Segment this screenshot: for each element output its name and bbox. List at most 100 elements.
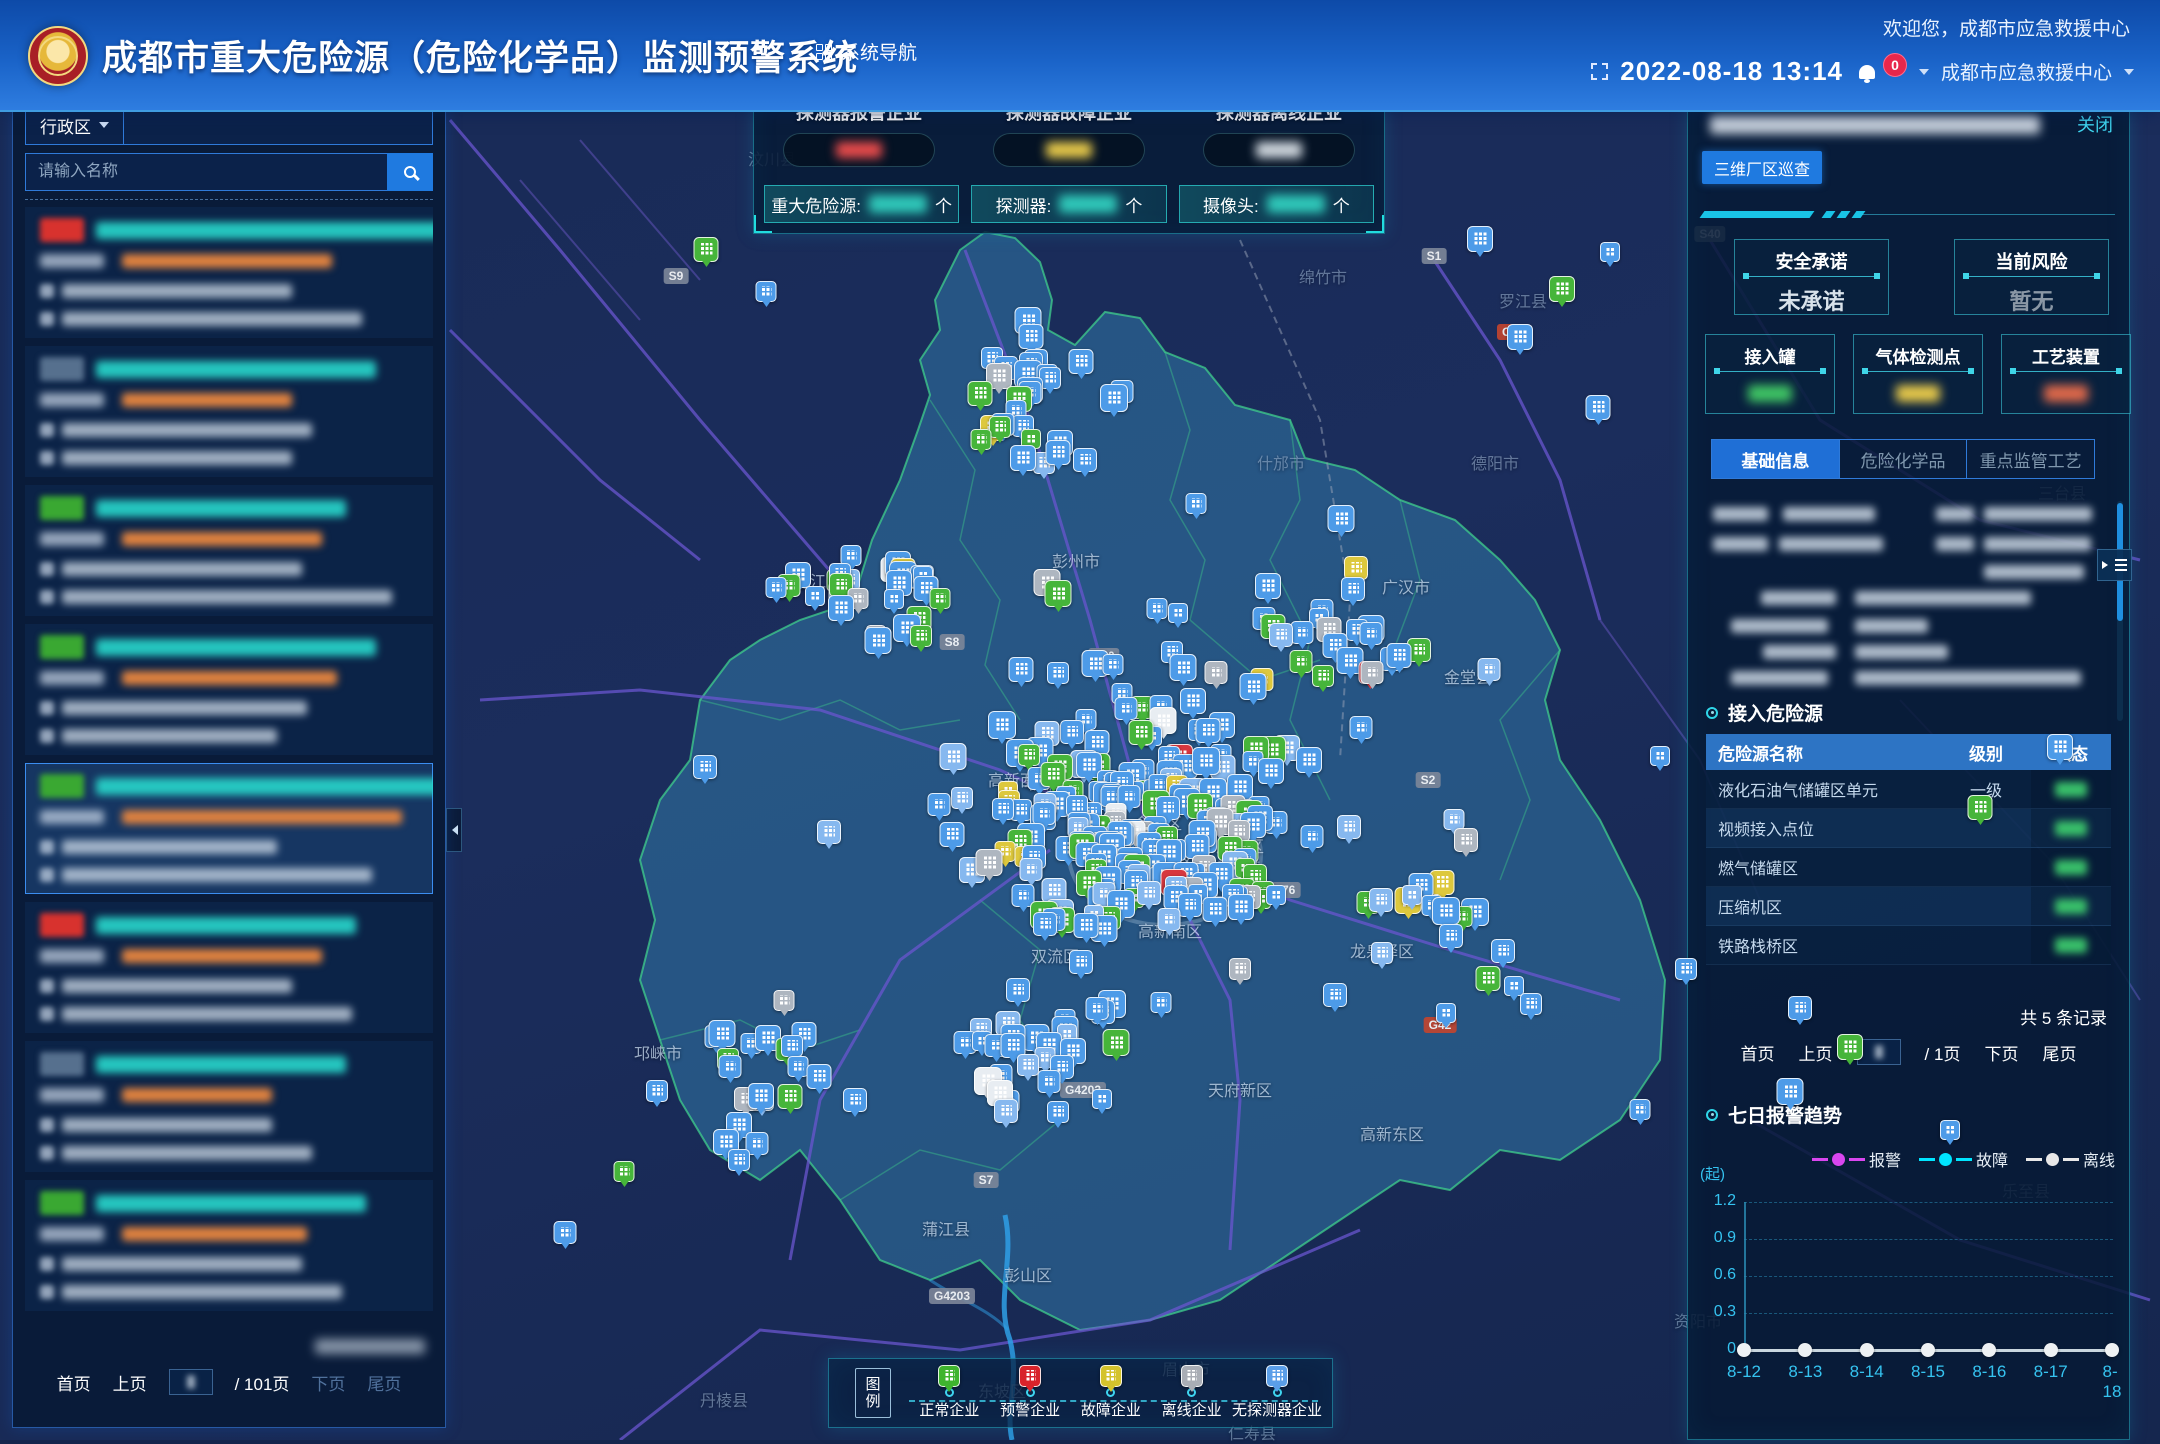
map-marker[interactable] xyxy=(1147,598,1168,619)
map-marker[interactable] xyxy=(1630,1099,1651,1120)
map-marker[interactable] xyxy=(756,281,777,302)
map-marker[interactable] xyxy=(1296,747,1322,773)
enterprise-list-item[interactable] xyxy=(25,902,433,1033)
map-marker[interactable] xyxy=(1371,942,1393,964)
map-marker[interactable] xyxy=(1549,276,1575,302)
map-marker[interactable] xyxy=(781,1035,803,1057)
map-marker[interactable] xyxy=(1129,720,1154,745)
panel-toggle-button[interactable] xyxy=(2097,549,2132,581)
map-marker[interactable] xyxy=(884,589,904,609)
map-marker[interactable] xyxy=(774,990,795,1011)
chevron-down-icon[interactable] xyxy=(2124,69,2134,80)
map-marker[interactable] xyxy=(940,743,967,770)
map-marker[interactable] xyxy=(709,1020,736,1047)
search-button[interactable] xyxy=(387,153,433,191)
map-marker[interactable] xyxy=(1046,440,1071,465)
map-marker[interactable] xyxy=(1240,673,1267,700)
map-marker[interactable] xyxy=(1018,744,1040,766)
map-marker[interactable] xyxy=(1350,716,1373,739)
map-marker[interactable] xyxy=(1115,697,1138,720)
last-page-button[interactable]: 尾页 xyxy=(2042,1040,2076,1065)
map-marker[interactable] xyxy=(1444,809,1465,830)
map-marker[interactable] xyxy=(694,237,719,262)
map-marker[interactable] xyxy=(778,1084,803,1109)
table-row[interactable]: 铁路栈桥区 xyxy=(1706,926,2111,965)
map-marker[interactable] xyxy=(1301,825,1324,848)
map-marker[interactable] xyxy=(1178,893,1202,917)
map-marker[interactable] xyxy=(1361,661,1384,684)
map-marker[interactable] xyxy=(1323,983,1347,1007)
map-marker[interactable] xyxy=(788,1056,809,1077)
map-marker[interactable] xyxy=(1100,384,1128,412)
map-marker[interactable] xyxy=(1337,815,1361,839)
map-marker[interactable] xyxy=(1006,978,1030,1002)
map-marker[interactable] xyxy=(1069,950,1093,974)
map-marker[interactable] xyxy=(1205,661,1228,684)
map-marker[interactable] xyxy=(1341,577,1365,601)
enterprise-list-item[interactable] xyxy=(25,1180,433,1311)
map-marker[interactable] xyxy=(1290,650,1313,673)
map-marker[interactable] xyxy=(1196,718,1221,743)
map-marker[interactable] xyxy=(1777,1078,1804,1105)
map-marker[interactable] xyxy=(766,577,787,598)
3d-plant-patrol-button[interactable]: 三维厂区巡查 xyxy=(1702,151,1822,184)
map-marker[interactable] xyxy=(1033,912,1057,936)
map-marker[interactable] xyxy=(1328,505,1355,532)
table-row[interactable]: 液化石油气储罐区单元 一级 xyxy=(1706,770,2111,809)
map-marker[interactable] xyxy=(1837,1034,1863,1060)
map-marker[interactable] xyxy=(1369,888,1393,912)
map-marker[interactable] xyxy=(1520,993,1542,1015)
map-marker[interactable] xyxy=(1478,658,1501,681)
map-marker[interactable] xyxy=(1069,349,1094,374)
map-marker[interactable] xyxy=(1103,1029,1130,1056)
map-marker[interactable] xyxy=(1203,897,1228,922)
map-marker[interactable] xyxy=(1476,966,1501,991)
map-marker[interactable] xyxy=(1158,908,1181,931)
map-marker[interactable] xyxy=(646,1080,668,1102)
map-marker[interactable] xyxy=(1387,643,1412,668)
map-marker[interactable] xyxy=(1186,493,1207,514)
map-marker[interactable] xyxy=(1291,621,1314,644)
map-marker[interactable] xyxy=(805,586,825,606)
map-marker[interactable] xyxy=(1033,802,1056,825)
first-page-button[interactable]: 首页 xyxy=(57,1370,91,1395)
map-marker[interactable] xyxy=(968,381,993,406)
map-marker[interactable] xyxy=(1402,885,1422,905)
map-marker[interactable] xyxy=(930,588,951,609)
close-button[interactable]: 关闭 xyxy=(2077,111,2113,137)
map-marker[interactable] xyxy=(828,595,854,621)
page-number-input[interactable] xyxy=(1857,1039,1901,1065)
map-marker[interactable] xyxy=(1675,958,1697,980)
map-marker[interactable] xyxy=(1192,747,1220,775)
map-marker[interactable] xyxy=(992,798,1014,820)
map-marker[interactable] xyxy=(1968,795,1993,820)
page-number-input[interactable] xyxy=(169,1369,213,1395)
map-marker[interactable] xyxy=(1017,1054,1039,1076)
map-marker[interactable] xyxy=(1940,1120,1960,1140)
map-marker[interactable] xyxy=(1491,939,1515,963)
map-marker[interactable] xyxy=(1073,448,1097,472)
map-marker[interactable] xyxy=(1650,746,1670,766)
map-marker[interactable] xyxy=(1600,242,1620,262)
map-marker[interactable] xyxy=(554,1221,577,1244)
map-marker[interactable] xyxy=(865,627,892,654)
map-marker[interactable] xyxy=(719,1055,742,1078)
prev-page-button[interactable]: 上页 xyxy=(1799,1040,1833,1065)
map-marker[interactable] xyxy=(994,1099,1018,1123)
map-marker[interactable] xyxy=(1019,324,1044,349)
map-marker[interactable] xyxy=(807,1064,832,1089)
system-nav-button[interactable]: 系统导航 xyxy=(816,38,917,65)
map-marker[interactable] xyxy=(951,787,973,809)
map-marker[interactable] xyxy=(971,429,992,450)
map-marker[interactable] xyxy=(940,822,965,847)
first-page-button[interactable]: 首页 xyxy=(1741,1040,1775,1065)
map-marker[interactable] xyxy=(817,820,841,844)
map-marker[interactable] xyxy=(1439,924,1463,948)
map-marker[interactable] xyxy=(976,849,1003,876)
sidebar-collapse-button[interactable] xyxy=(446,808,462,852)
map-marker[interactable] xyxy=(2047,734,2073,760)
tab-基础信息[interactable]: 基础信息 xyxy=(1712,440,1840,478)
map-marker[interactable] xyxy=(1269,623,1293,647)
last-page-button[interactable]: 尾页 xyxy=(367,1370,401,1395)
org-dropdown-label[interactable]: 成都市应急救援中心 xyxy=(1941,58,2112,85)
